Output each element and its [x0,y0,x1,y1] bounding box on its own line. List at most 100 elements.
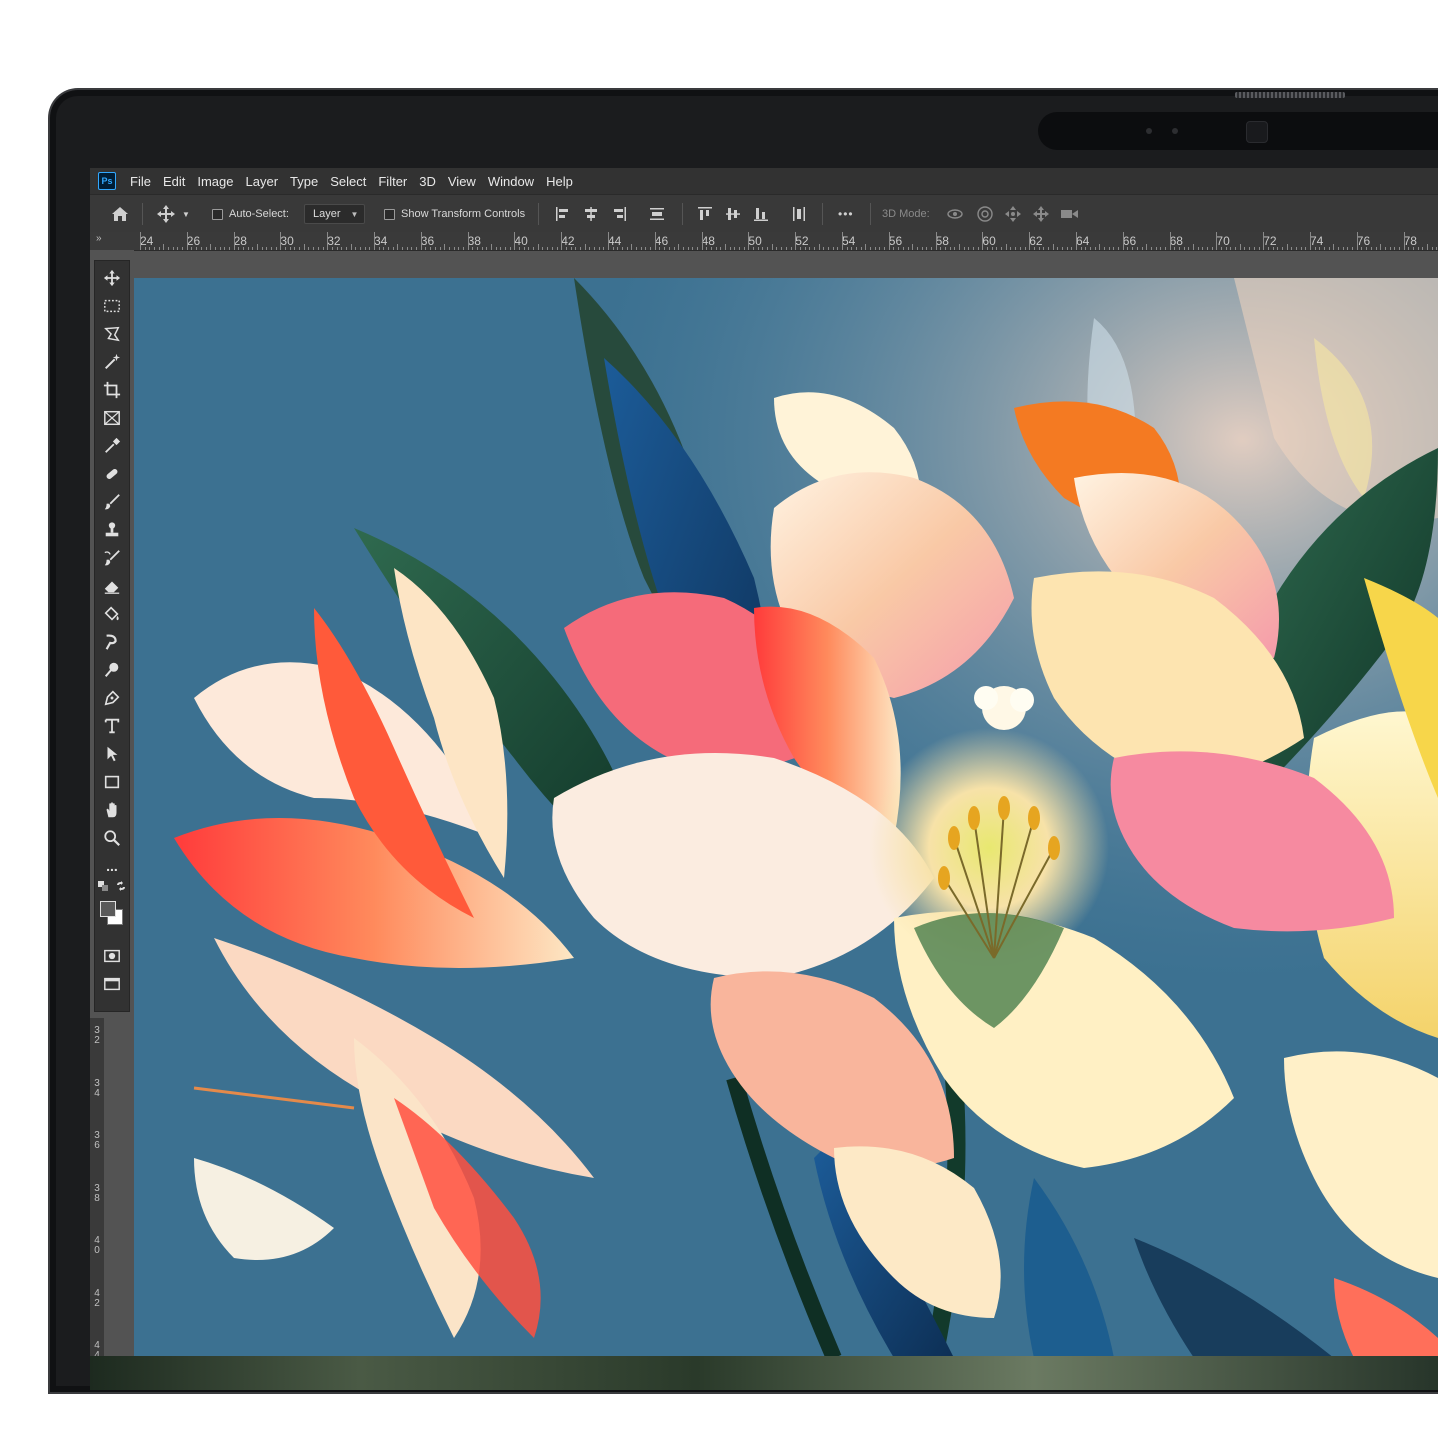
hand-tool[interactable] [95,797,129,823]
more-options-button[interactable]: ••• [838,195,854,233]
ruler-tick-label: 72 [1263,234,1277,248]
align-right-button[interactable] [610,195,628,233]
distribute-vertical-button[interactable] [648,195,666,233]
ruler-tick [561,232,563,250]
ruler-tick [1197,247,1199,250]
ruler-tick-label: 76 [1356,234,1371,248]
menu-view[interactable]: View [448,174,476,189]
menu-window[interactable]: Window [488,174,534,189]
3d-slide-button[interactable] [1032,195,1050,233]
path-selection-tool[interactable] [95,741,129,767]
distribute-horizontal-button[interactable] [790,195,808,233]
ruler-tick-label: 64 [1076,234,1090,248]
menu-edit[interactable]: Edit [163,174,185,189]
3d-drag-button[interactable] [1004,195,1022,233]
rectangle-tool[interactable] [95,769,129,795]
ruler-tick [902,247,904,250]
dodge-tool[interactable] [95,657,129,683]
eyedropper-tool[interactable] [95,433,129,459]
default-colors-icon[interactable] [98,881,108,891]
ruler-tick-label: 28 [233,234,247,248]
ruler-tick [448,247,450,250]
paint-bucket-tool[interactable] [95,601,129,627]
color-swatches[interactable] [95,895,129,931]
ruler-tick [1015,247,1017,250]
checkbox-box[interactable] [384,208,395,220]
align-vcenter-button[interactable] [724,195,742,233]
menu-3d[interactable]: 3D [419,174,436,189]
align-bottom-button[interactable] [752,195,770,233]
ruler-tick [285,247,287,250]
menu-select[interactable]: Select [330,174,366,189]
edit-toolbar-button[interactable]: ... [95,853,129,879]
pen-tool[interactable] [95,685,129,711]
ruler-tick [603,247,605,250]
layer-dropdown[interactable]: Layer ▼ [304,195,366,233]
align-hcenter-button[interactable] [582,195,600,233]
document-canvas[interactable] [134,278,1438,1358]
lasso-tool[interactable] [95,321,129,347]
align-left-button[interactable] [554,195,572,233]
foreground-color-swatch[interactable] [100,901,116,917]
ruler-tick-label: 36 [94,1130,100,1151]
show-transform-checkbox[interactable]: Show Transform Controls [384,195,525,233]
checkbox-box[interactable] [212,208,223,220]
ruler-tick [865,244,867,250]
clone-stamp-tool[interactable] [95,517,129,543]
3d-roll-button[interactable] [976,195,994,233]
panel-collapse-icon[interactable]: » [96,233,102,244]
menu-layer[interactable]: Layer [246,174,279,189]
type-tool[interactable] [95,713,129,739]
ruler-tick [1071,247,1073,250]
menu-help[interactable]: Help [546,174,573,189]
menu-filter[interactable]: Filter [378,174,407,189]
swap-colors-icon[interactable] [116,881,126,891]
ruler-tick [523,247,525,250]
ruler-tick [682,247,684,250]
horizontal-ruler: 24 26 28 30 32 34 36 38 40 42 44 46 48 50 52 54 56 58 60 62… [134,232,1438,251]
move-tool[interactable] [95,265,129,291]
menu-image[interactable]: Image [197,174,233,189]
ruler-tick [345,247,347,250]
crop-tool[interactable] [95,377,129,403]
3d-orbit-button[interactable] [946,195,964,233]
healing-brush-tool[interactable] [95,461,129,487]
ruler-tick [158,247,160,250]
ruler-tick [238,247,240,250]
ruler-tick [813,247,815,250]
ruler-tick [1239,244,1241,250]
ruler-tick [495,247,497,250]
slide-icon [1033,206,1049,222]
auto-select-checkbox[interactable]: Auto-Select: [212,195,289,233]
ruler-tick [795,232,797,250]
ruler-tick [767,247,769,250]
quick-mask-button[interactable] [95,943,129,969]
menu-type[interactable]: Type [290,174,318,189]
sensor-dot [1172,128,1178,134]
ruler-tick [547,247,549,250]
history-brush-tool[interactable] [95,545,129,571]
brush-tool[interactable] [95,489,129,515]
ruler-tick [1408,247,1410,250]
ruler-tick-label: 24 [140,234,154,248]
home-button[interactable] [110,195,130,233]
marquee-tool[interactable] [95,293,129,319]
ruler-tick [1052,244,1054,250]
smudge-tool[interactable] [95,629,129,655]
magic-wand-tool[interactable] [95,349,129,375]
align-top-button[interactable] [696,195,714,233]
ruler-tick [1412,247,1414,250]
frame-tool[interactable] [95,405,129,431]
eraser-tool[interactable] [95,573,129,599]
move-tool-preset[interactable]: ▼ [156,195,190,233]
ruler-tick [420,232,422,250]
ruler-tick [224,247,226,250]
brush-icon [104,494,120,510]
3d-scale-button[interactable] [1060,195,1080,233]
align-top-icon [698,207,712,220]
ruler-tick [720,247,722,250]
ruler-tick [1422,247,1424,250]
screen-mode-button[interactable] [95,971,129,997]
menu-file[interactable]: File [130,174,151,189]
zoom-tool[interactable] [95,825,129,851]
